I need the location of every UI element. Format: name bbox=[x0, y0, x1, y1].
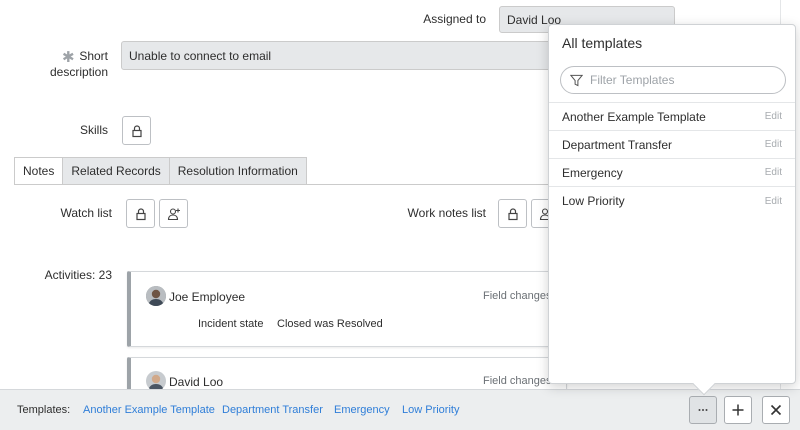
templates-bar: Templates: Another Example Template Depa… bbox=[0, 389, 800, 430]
template-name[interactable]: Low Priority bbox=[562, 194, 625, 208]
template-item[interactable]: Low Priority Edit bbox=[549, 187, 795, 215]
activity-card: Joe Employee Field changes Incident stat… bbox=[127, 271, 567, 347]
template-edit-link[interactable]: Edit bbox=[765, 196, 782, 207]
assigned-to-label: Assigned to bbox=[423, 12, 486, 26]
template-item[interactable]: Emergency Edit bbox=[549, 159, 795, 187]
filter-icon bbox=[570, 74, 583, 86]
user-photo-icon bbox=[146, 371, 166, 391]
activity-field-change: Closed was Resolved bbox=[277, 318, 383, 330]
filter-templates-input[interactable]: Filter Templates bbox=[560, 66, 786, 94]
activity-author[interactable]: Joe Employee bbox=[169, 290, 245, 304]
more-templates-button[interactable] bbox=[689, 396, 717, 424]
template-link-another-example[interactable]: Another Example Template bbox=[83, 404, 215, 416]
template-name[interactable]: Emergency bbox=[562, 166, 623, 180]
watch-list-add-me-button[interactable] bbox=[159, 199, 188, 228]
close-icon bbox=[770, 404, 782, 416]
add-template-button[interactable] bbox=[724, 396, 752, 424]
more-icon bbox=[698, 409, 708, 411]
filter-templates-placeholder: Filter Templates bbox=[590, 73, 675, 87]
watch-list-label: Watch list bbox=[60, 206, 112, 220]
work-notes-lock-button[interactable] bbox=[498, 199, 527, 228]
close-templates-button[interactable] bbox=[762, 396, 790, 424]
work-notes-list-label: Work notes list bbox=[407, 206, 486, 220]
avatar bbox=[146, 371, 166, 391]
lock-icon bbox=[131, 124, 142, 137]
form-tabs: Notes Related Records Resolution Informa… bbox=[14, 157, 307, 185]
template-item[interactable]: Another Example Template Edit bbox=[549, 103, 795, 131]
short-description-label-1: Short bbox=[79, 49, 108, 63]
template-name[interactable]: Another Example Template bbox=[562, 110, 706, 124]
short-description-field[interactable]: Unable to connect to email bbox=[121, 41, 561, 70]
skills-lock-button[interactable] bbox=[122, 116, 151, 145]
template-item[interactable]: Department Transfer Edit bbox=[549, 131, 795, 159]
template-edit-link[interactable]: Edit bbox=[765, 167, 782, 178]
watch-list-lock-button[interactable] bbox=[126, 199, 155, 228]
all-templates-popover: All templates Filter Templates Another E… bbox=[548, 24, 796, 396]
activity-author[interactable]: David Loo bbox=[169, 375, 223, 389]
template-link-emergency[interactable]: Emergency bbox=[334, 404, 390, 416]
template-edit-link[interactable]: Edit bbox=[765, 111, 782, 122]
avatar bbox=[146, 286, 166, 306]
template-list: Another Example Template Edit Department… bbox=[549, 102, 795, 215]
tab-resolution-information[interactable]: Resolution Information bbox=[169, 157, 307, 185]
tab-notes[interactable]: Notes bbox=[14, 157, 64, 185]
activity-field-name: Incident state bbox=[198, 318, 264, 330]
template-link-low-priority[interactable]: Low Priority bbox=[402, 404, 459, 416]
template-link-department-transfer[interactable]: Department Transfer bbox=[222, 404, 323, 416]
short-description-label-2: description bbox=[49, 65, 108, 79]
tab-related-records[interactable]: Related Records bbox=[63, 157, 170, 185]
template-name[interactable]: Department Transfer bbox=[562, 138, 672, 152]
popover-title: All templates bbox=[562, 35, 643, 51]
user-photo-icon bbox=[146, 286, 166, 306]
lock-icon bbox=[135, 207, 146, 220]
activity-meta: Field changes bbox=[483, 290, 552, 302]
templates-bar-label: Templates: bbox=[17, 404, 71, 416]
lock-icon bbox=[507, 207, 518, 220]
skills-label: Skills bbox=[79, 123, 108, 137]
plus-icon bbox=[732, 404, 744, 416]
template-edit-link[interactable]: Edit bbox=[765, 139, 782, 150]
activities-count-label: Activities: 23 bbox=[44, 268, 112, 282]
add-user-icon bbox=[167, 207, 180, 220]
